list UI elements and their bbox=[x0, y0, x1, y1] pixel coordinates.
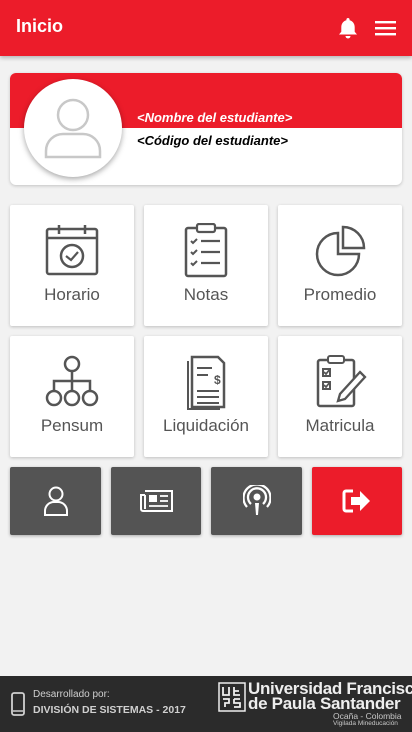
user-icon bbox=[43, 486, 68, 516]
university-supervision: Vigilada Mineducación bbox=[333, 720, 398, 727]
student-code: <Código del estudiante> bbox=[137, 133, 288, 148]
invoice-document-icon: $ bbox=[187, 355, 226, 410]
tile-pensum[interactable]: Pensum bbox=[10, 336, 134, 457]
tile-promedio[interactable]: Promedio bbox=[278, 205, 402, 326]
tile-notas[interactable]: Notas bbox=[144, 205, 268, 326]
hierarchy-tree-icon bbox=[45, 355, 99, 407]
mobile-phone-icon bbox=[11, 692, 25, 716]
ufps-logo-icon bbox=[218, 682, 246, 712]
developed-by-label: Desarrollado por: bbox=[33, 689, 110, 700]
tile-label: Matricula bbox=[305, 416, 375, 435]
podcast-button[interactable] bbox=[211, 467, 302, 535]
division-label: DIVISIÓN DE SISTEMAS - 2017 bbox=[33, 704, 186, 716]
podcast-icon bbox=[242, 485, 271, 515]
profile-button[interactable] bbox=[10, 467, 101, 535]
page-title: Inicio bbox=[16, 16, 64, 36]
footer: Desarrollado por: DIVISIÓN DE SISTEMAS -… bbox=[0, 676, 412, 732]
user-avatar-icon bbox=[24, 79, 122, 177]
hamburger-menu-icon[interactable] bbox=[372, 15, 400, 41]
bell-icon[interactable] bbox=[335, 15, 361, 41]
tile-label: Liquidación bbox=[162, 416, 249, 435]
svg-text:$: $ bbox=[214, 373, 221, 387]
logout-icon bbox=[342, 489, 370, 513]
app-bar: Inicio bbox=[0, 0, 412, 56]
student-profile-card: <Nombre del estudiante> <Código del estu… bbox=[10, 73, 402, 185]
tile-matricula[interactable]: Matricula bbox=[278, 336, 402, 457]
tile-horario[interactable]: Horario bbox=[10, 205, 134, 326]
calendar-clock-icon bbox=[45, 225, 99, 276]
pie-chart-icon bbox=[315, 225, 366, 277]
tile-label: Promedio bbox=[303, 285, 377, 304]
tile-label: Pensum bbox=[40, 416, 104, 435]
tile-label: Notas bbox=[183, 285, 229, 304]
newspaper-icon bbox=[140, 490, 173, 512]
tile-label: Horario bbox=[44, 285, 100, 304]
tile-liquidacion[interactable]: $ Liquidación bbox=[144, 336, 268, 457]
clipboard-checklist-icon bbox=[184, 223, 228, 278]
clipboard-pencil-icon bbox=[316, 355, 367, 408]
student-name: <Nombre del estudiante> bbox=[137, 110, 293, 125]
logout-button[interactable] bbox=[312, 467, 402, 535]
news-button[interactable] bbox=[111, 467, 201, 535]
